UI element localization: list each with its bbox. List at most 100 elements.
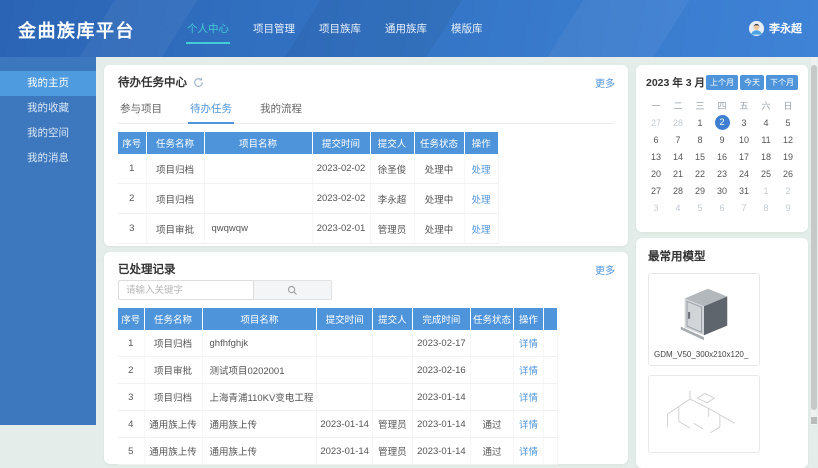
calendar-day[interactable]: 29 — [689, 183, 711, 200]
cell: 2023-01-14 — [412, 411, 470, 438]
scrollbar-track[interactable] — [811, 57, 817, 425]
sidebar-item[interactable]: 我的主页 — [0, 71, 96, 96]
cell: 徐圣俊 — [370, 154, 414, 184]
cell — [372, 357, 412, 384]
column-header: 提交人 — [372, 308, 412, 330]
nav-item[interactable]: 项目族库 — [318, 14, 362, 44]
prev-month-button[interactable]: 上个月 — [706, 75, 738, 90]
calendar-day[interactable]: 19 — [777, 149, 799, 166]
top-nav: 个人中心项目管理项目族库通用族库模版库 — [186, 0, 484, 57]
weekday-label: 二 — [667, 98, 689, 115]
tab[interactable]: 我的流程 — [258, 96, 304, 124]
weekday-label: 日 — [777, 98, 799, 115]
nav-item[interactable]: 个人中心 — [186, 14, 230, 44]
calendar-day[interactable]: 31 — [733, 183, 755, 200]
calendar-day[interactable]: 8 — [755, 200, 777, 217]
calendar-day[interactable]: 25 — [755, 166, 777, 183]
nav-item[interactable]: 项目管理 — [252, 14, 296, 44]
done-more-link[interactable]: 更多 — [595, 262, 615, 277]
action-link[interactable]: 详情 — [513, 357, 543, 384]
calendar-day[interactable]: 17 — [733, 149, 755, 166]
column-header: 项目名称 — [202, 308, 317, 330]
nav-item[interactable]: 通用族库 — [384, 14, 428, 44]
cell: 通过 — [470, 438, 513, 465]
sidebar: 我的主页我的收藏我的空间我的消息 — [0, 57, 96, 425]
model-item[interactable] — [648, 375, 760, 453]
action-link[interactable]: 详情 — [513, 411, 543, 438]
calendar-buttons: 上个月今天下个月 — [706, 75, 798, 90]
calendar-day[interactable]: 15 — [689, 149, 711, 166]
tab[interactable]: 待办任务 — [188, 96, 234, 124]
calendar-day[interactable]: 5 — [777, 115, 799, 132]
calendar-day[interactable]: 2 — [711, 115, 733, 132]
sidebar-item[interactable]: 我的空间 — [0, 121, 96, 146]
todo-more-link[interactable]: 更多 — [595, 75, 615, 90]
refresh-icon[interactable] — [193, 77, 204, 88]
done-records-card: 已处理记录 更多 序号任务名称项目名称提交时间提交人完成时间任务状态操作1项目归… — [104, 252, 628, 464]
search-input[interactable] — [118, 280, 254, 300]
calendar-day[interactable]: 3 — [645, 200, 667, 217]
calendar-day[interactable]: 7 — [733, 200, 755, 217]
calendar-day[interactable]: 8 — [689, 132, 711, 149]
done-table: 序号任务名称项目名称提交时间提交人完成时间任务状态操作1项目归档ghfhfghj… — [118, 308, 558, 465]
calendar-day[interactable]: 9 — [777, 200, 799, 217]
calendar-day[interactable]: 5 — [689, 200, 711, 217]
cell: ghfhfghjk — [202, 330, 317, 357]
sidebar-item[interactable]: 我的消息 — [0, 146, 96, 171]
weekday-label: 六 — [755, 98, 777, 115]
cell — [470, 330, 513, 357]
calendar-day[interactable]: 6 — [711, 200, 733, 217]
calendar-grid: 一二三四五六日272812345678910111213141516171819… — [636, 92, 808, 217]
action-link[interactable]: 处理 — [464, 184, 498, 214]
calendar-day[interactable]: 28 — [667, 115, 689, 132]
calendar-day[interactable]: 30 — [711, 183, 733, 200]
calendar-day[interactable]: 27 — [645, 115, 667, 132]
calendar-day[interactable]: 7 — [667, 132, 689, 149]
calendar-day[interactable]: 26 — [777, 166, 799, 183]
calendar-day[interactable]: 24 — [733, 166, 755, 183]
cell — [543, 357, 557, 384]
cell — [317, 357, 373, 384]
cell: 测试项目0202001 — [202, 357, 317, 384]
search-bar — [118, 280, 628, 300]
calendar-day[interactable]: 1 — [755, 183, 777, 200]
calendar-day[interactable]: 2 — [777, 183, 799, 200]
action-link[interactable]: 处理 — [464, 154, 498, 184]
calendar-day[interactable]: 16 — [711, 149, 733, 166]
calendar-day[interactable]: 3 — [733, 115, 755, 132]
calendar-day[interactable]: 11 — [755, 132, 777, 149]
calendar-day[interactable]: 4 — [667, 200, 689, 217]
calendar-day[interactable]: 10 — [733, 132, 755, 149]
scrollbar-arrow[interactable] — [811, 417, 817, 424]
calendar-day[interactable]: 1 — [689, 115, 711, 132]
calendar-day[interactable]: 6 — [645, 132, 667, 149]
calendar-day[interactable]: 21 — [667, 166, 689, 183]
model-item[interactable]: GDM_V50_300x210x120_ — [648, 273, 760, 366]
today-button[interactable]: 今天 — [740, 75, 764, 90]
cell: 2023-02-02 — [312, 184, 370, 214]
next-month-button[interactable]: 下个月 — [766, 75, 798, 90]
action-link[interactable]: 处理 — [464, 214, 498, 244]
calendar-day[interactable]: 4 — [755, 115, 777, 132]
nav-item[interactable]: 模版库 — [450, 14, 484, 44]
calendar-day[interactable]: 14 — [667, 149, 689, 166]
sidebar-item[interactable]: 我的收藏 — [0, 96, 96, 121]
tab[interactable]: 参与项目 — [118, 96, 164, 124]
todo-center-card: 待办任务中心 更多 参与项目待办任务我的流程 序号任务名称项目名称提交时间提交人… — [104, 65, 628, 246]
calendar-day[interactable]: 22 — [689, 166, 711, 183]
calendar-day[interactable]: 23 — [711, 166, 733, 183]
calendar-day[interactable]: 18 — [755, 149, 777, 166]
search-button[interactable] — [254, 280, 332, 300]
calendar-day[interactable]: 28 — [667, 183, 689, 200]
calendar-day[interactable]: 20 — [645, 166, 667, 183]
action-link[interactable]: 详情 — [513, 438, 543, 465]
cell: qwqwqw — [204, 214, 312, 244]
action-link[interactable]: 详情 — [513, 330, 543, 357]
action-link[interactable]: 详情 — [513, 384, 543, 411]
scrollbar-thumb[interactable] — [811, 65, 817, 410]
calendar-day[interactable]: 9 — [711, 132, 733, 149]
calendar-day[interactable]: 27 — [645, 183, 667, 200]
calendar-day[interactable]: 13 — [645, 149, 667, 166]
calendar-day[interactable]: 12 — [777, 132, 799, 149]
user-menu[interactable]: 李永超 — [749, 20, 802, 36]
